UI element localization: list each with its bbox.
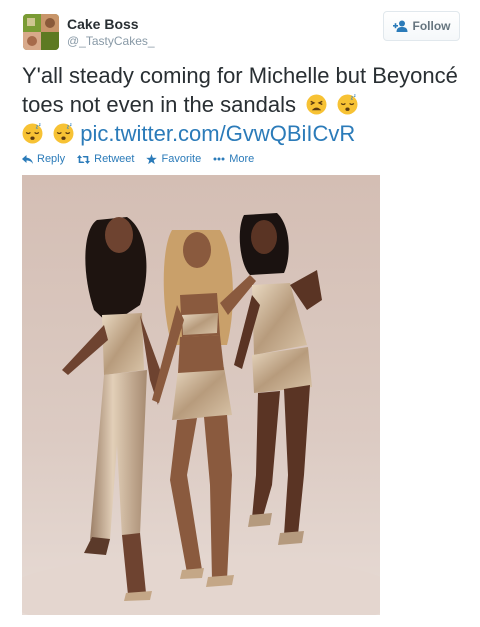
tweet-text: Y'all steady coming for Michelle but Bey…	[22, 61, 462, 148]
svg-text:z: z	[39, 123, 41, 127]
retweet-icon	[77, 154, 91, 164]
sleeping-face-emoji-icon: z z	[22, 123, 43, 144]
favorite-button[interactable]: Favorite	[146, 153, 201, 165]
tweet-card: Cake Boss @_TastyCakes_ Follow Y'all ste…	[0, 0, 480, 627]
sleeping-face-emoji-icon: z z	[337, 94, 358, 115]
user-display-name[interactable]: Cake Boss	[67, 16, 139, 32]
tired-face-emoji-icon	[306, 94, 327, 115]
tweet-body-text: Y'all steady coming for Michelle but Bey…	[22, 63, 458, 117]
tweet-photo-link[interactable]: pic.twitter.com/GvwQBiICvR	[80, 121, 355, 146]
retweet-button[interactable]: Retweet	[77, 153, 134, 165]
svg-text:z: z	[354, 94, 356, 98]
more-label: More	[229, 153, 255, 165]
reply-label: Reply	[37, 153, 66, 165]
more-button[interactable]: More	[213, 153, 254, 165]
three-women-gold-outfits-photo[interactable]	[22, 175, 380, 615]
add-user-icon	[392, 20, 408, 32]
svg-text:z: z	[70, 123, 72, 127]
follow-button-label: Follow	[412, 19, 451, 33]
tweet-actions: Reply Retweet Favorite More	[22, 153, 254, 165]
follow-button[interactable]: Follow	[383, 11, 460, 41]
reply-icon	[22, 154, 33, 164]
reply-button[interactable]: Reply	[22, 153, 65, 165]
user-handle[interactable]: @_TastyCakes_	[67, 34, 155, 48]
star-icon	[146, 153, 158, 164]
user-avatar[interactable]	[23, 14, 59, 50]
retweet-label: Retweet	[94, 153, 135, 165]
sleeping-face-emoji-icon: z z	[53, 123, 74, 144]
favorite-label: Favorite	[161, 153, 202, 165]
ellipsis-icon	[213, 157, 225, 161]
